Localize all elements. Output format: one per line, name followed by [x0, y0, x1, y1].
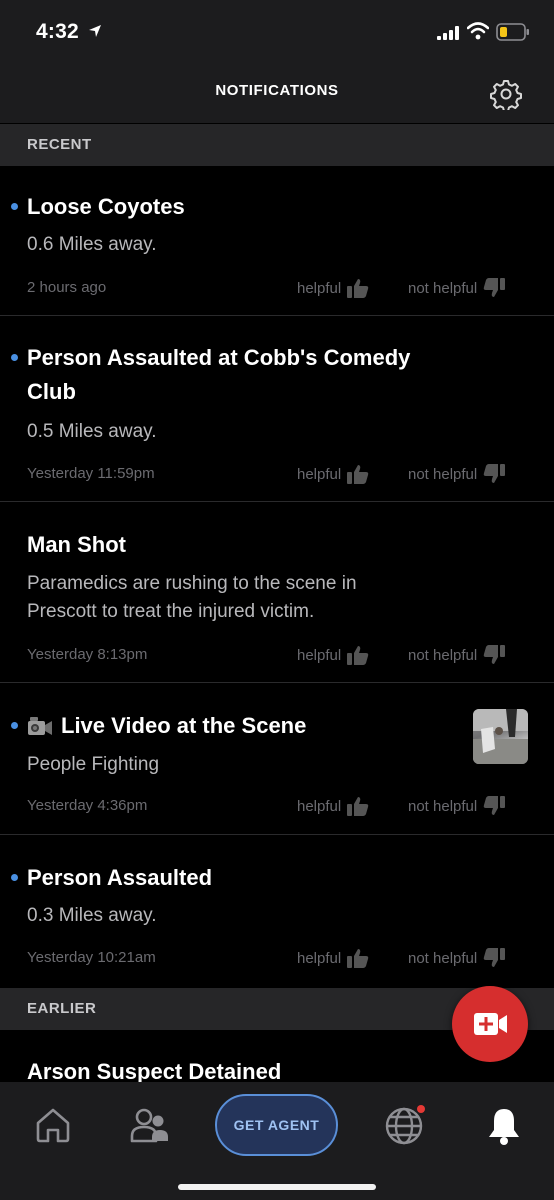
cell-signal-icon [437, 26, 459, 40]
unread-indicator [11, 722, 18, 729]
not-helpful-button[interactable]: not helpful [408, 278, 506, 298]
thumbs-down-icon [483, 796, 506, 815]
notification-subtitle: 0.6 Miles away. [27, 234, 157, 255]
thumbs-up-icon [347, 646, 369, 665]
helpful-label: helpful [297, 646, 342, 664]
notification-badge [417, 1105, 425, 1113]
get-agent-button[interactable]: GET AGENT [215, 1094, 338, 1156]
settings-gear-icon[interactable] [490, 78, 522, 110]
section-label: EARLIER [27, 1000, 97, 1017]
notification-time: 2 hours ago [27, 279, 107, 296]
thumbs-up-icon [347, 797, 369, 816]
notification-card[interactable]: Man Shot Paramedics are rushing to the s… [0, 502, 554, 683]
section-header-recent: RECENT [0, 124, 554, 166]
add-video-icon [474, 1013, 507, 1035]
helpful-label: helpful [297, 797, 342, 815]
globe-icon[interactable] [384, 1104, 426, 1146]
thumbs-down-icon [483, 278, 506, 297]
thumbs-down-icon [483, 645, 506, 664]
people-icon[interactable] [130, 1106, 170, 1144]
unread-indicator [11, 874, 18, 881]
location-arrow-icon [89, 25, 101, 37]
nav-header: NOTIFICATIONS [0, 64, 554, 124]
notification-card[interactable]: Loose Coyotes 0.6 Miles away. 2 hours ag… [0, 166, 554, 316]
notification-card[interactable]: Person Assaulted at Cobb's Comedy Club 0… [0, 316, 554, 502]
page-title: NOTIFICATIONS [215, 82, 339, 99]
helpful-label: helpful [297, 949, 342, 967]
thumbs-up-icon [347, 949, 369, 968]
wifi-icon [467, 22, 489, 40]
notification-subtitle: Paramedics are rushing to the scene in P… [27, 573, 357, 622]
notification-time: Yesterday 8:13pm [27, 646, 148, 663]
thumbs-up-icon [347, 279, 369, 298]
notification-subtitle: 0.5 Miles away. [27, 421, 157, 442]
unread-indicator [11, 354, 18, 361]
not-helpful-button[interactable]: not helpful [408, 645, 506, 665]
not-helpful-label: not helpful [408, 797, 478, 815]
not-helpful-button[interactable]: not helpful [408, 948, 506, 968]
thumbs-up-icon [347, 465, 369, 484]
not-helpful-button[interactable]: not helpful [408, 464, 506, 484]
battery-icon [496, 23, 529, 41]
tab-bar: GET AGENT [0, 1082, 554, 1200]
helpful-button[interactable]: helpful [297, 464, 369, 484]
thumbs-down-icon [483, 464, 506, 483]
unread-indicator [11, 203, 18, 210]
notification-title: Person Assaulted [27, 865, 213, 890]
helpful-button[interactable]: helpful [297, 278, 369, 298]
video-thumbnail[interactable] [473, 709, 528, 764]
bell-icon[interactable] [486, 1106, 522, 1146]
record-video-button[interactable] [452, 986, 528, 1062]
status-time: 4:32 [36, 20, 79, 43]
section-label: RECENT [27, 136, 92, 153]
notification-title: Man Shot [27, 532, 126, 557]
notification-title-row: Live Video at the Scene [27, 709, 447, 743]
notification-title: Arson Suspect Detained [27, 1059, 282, 1082]
not-helpful-label: not helpful [408, 465, 478, 483]
notification-title: Person Assaulted at Cobb's Comedy Club [27, 345, 411, 404]
not-helpful-label: not helpful [408, 279, 478, 297]
video-camera-icon [28, 717, 52, 736]
notification-time: Yesterday 4:36pm [27, 797, 148, 814]
not-helpful-label: not helpful [408, 949, 478, 967]
thumbnail-image [473, 709, 528, 764]
helpful-label: helpful [297, 279, 342, 297]
notification-subtitle: People Fighting [27, 754, 160, 775]
notification-time: Yesterday 11:59pm [27, 465, 155, 482]
helpful-button[interactable]: helpful [297, 796, 369, 816]
notification-subtitle: 0.3 Miles away. [27, 905, 157, 926]
notification-card[interactable]: Person Assaulted 0.3 Miles away. Yesterd… [0, 835, 554, 988]
status-bar: 4:32 [0, 0, 554, 64]
notification-card[interactable]: Live Video at the Scene People Fighting … [0, 683, 554, 835]
home-indicator [178, 1184, 376, 1190]
not-helpful-label: not helpful [408, 646, 478, 664]
thumbs-down-icon [483, 948, 506, 967]
home-icon[interactable] [34, 1106, 72, 1144]
helpful-label: helpful [297, 465, 342, 483]
not-helpful-button[interactable]: not helpful [408, 796, 506, 816]
helpful-button[interactable]: helpful [297, 645, 369, 665]
helpful-button[interactable]: helpful [297, 948, 369, 968]
notification-title: Loose Coyotes [27, 194, 185, 219]
notification-time: Yesterday 10:21am [27, 949, 156, 966]
notification-title: Live Video at the Scene [61, 713, 307, 738]
